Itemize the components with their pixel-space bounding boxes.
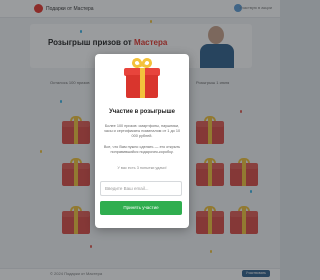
gift-ribbon xyxy=(140,68,145,98)
attempts-counter: У вас есть 3 попытки удачи! xyxy=(117,166,167,170)
participate-button[interactable]: Принять участие xyxy=(100,201,182,215)
modal-instructions: Все, что Вам нужно сделать — это открыть… xyxy=(103,145,181,155)
email-field[interactable] xyxy=(100,181,182,196)
modal-description: Более 100 призов: смартфоны, наушники, ч… xyxy=(103,124,181,139)
gift-icon xyxy=(124,56,160,98)
modal-title: Участие в розыгрыше xyxy=(109,109,175,115)
